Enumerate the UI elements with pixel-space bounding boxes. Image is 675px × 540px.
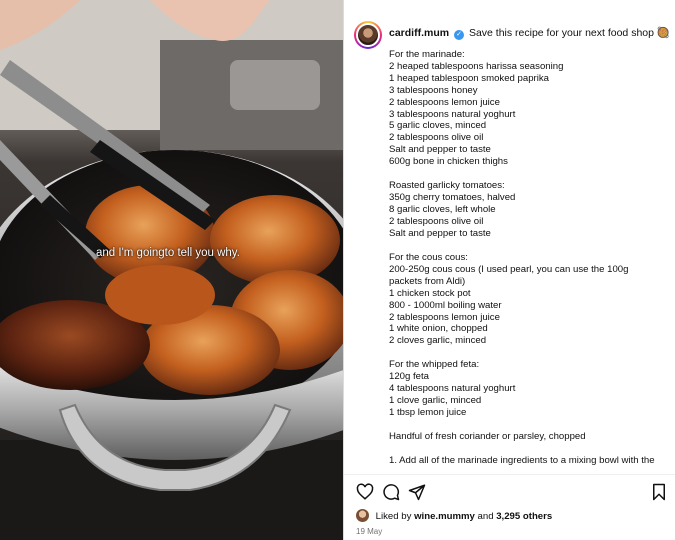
caption-line: 800 - 1000ml boiling water — [389, 299, 502, 311]
caption-line: For the marinade: — [389, 49, 465, 60]
caption-block: For the whipped feta: 120g feta 4 tablespo… — [389, 359, 669, 419]
caption-body: For the marinade: 2 heaped tablespoons ha… — [389, 49, 669, 468]
caption-block: Roasted garlicky tomatoes: 350g cherry to… — [389, 180, 669, 240]
caption-line: packets from Aldi) — [389, 275, 466, 287]
caption-line: 4 tablespoons natural yoghurt — [389, 383, 516, 395]
caption-block: For the marinade: 2 heaped tablespoons ha… — [389, 49, 669, 168]
verified-badge-icon: ✓ — [454, 30, 465, 40]
caption-line: 2 heaped tablespoons harissa seasoning — [389, 60, 564, 72]
caption-line: Roasted garlicky tomatoes: — [389, 180, 505, 192]
likes-joiner: and — [477, 511, 494, 522]
likes-prefix: Liked by — [375, 511, 412, 522]
caption-headline-text: Save this recipe for your next food shop… — [468, 27, 670, 39]
likes-summary: Liked by wine.mummy and 3,295 others — [356, 509, 552, 522]
caption-line: 120g feta — [389, 371, 430, 383]
avatar[interactable] — [354, 21, 382, 49]
caption-line: chicken thighs and mix... — [389, 467, 669, 468]
caption-headline: cardiff.mum ✓ Save this recipe for your … — [389, 26, 670, 40]
bookmark-icon[interactable] — [650, 483, 668, 501]
caption-line: For the whipped feta: — [389, 359, 480, 371]
username-link[interactable]: cardiff.mum — [389, 27, 449, 39]
post-header: cardiff.mum ✓ Save this recipe for your … — [354, 21, 672, 51]
caption-line: 2 tablespoons lemon juice — [389, 311, 500, 323]
action-bar: Liked by wine.mummy and 3,295 others 19 … — [344, 474, 675, 540]
video-player[interactable]: and I'm goingto tell you why. — [0, 0, 343, 540]
caption-line: 2 cloves garlic, minced — [389, 335, 487, 347]
caption-line: 3 tablespoons honey — [389, 84, 478, 96]
caption-block: For the cous cous: 200-250g cous cous (I … — [389, 252, 669, 347]
caption-line: 2 tablespoons olive oil — [389, 215, 484, 227]
caption-line: 2 tablespoons olive oil — [389, 132, 484, 144]
caption-line: 600g bone in chicken thighs — [389, 156, 508, 168]
post-date[interactable]: 19 May — [356, 527, 382, 536]
video-frame — [0, 0, 343, 540]
caption-line: 1. Add all of the marinade ingredients t… — [389, 455, 655, 467]
video-subtitle: and I'm goingto tell you why. — [96, 247, 240, 259]
caption-line: Handful of fresh coriander or parsley, c… — [389, 431, 586, 443]
post-panel: cardiff.mum ✓ Save this recipe for your … — [343, 0, 675, 540]
caption-block: 1. Add all of the marinade ingredients t… — [389, 455, 669, 468]
caption-line: 1 chicken stock pot — [389, 287, 471, 299]
share-icon[interactable] — [408, 483, 426, 501]
caption-line: 3 tablespoons natural yoghurt — [389, 108, 516, 120]
comment-icon[interactable] — [382, 483, 400, 501]
liker-avatar[interactable] — [356, 509, 369, 522]
liker-username[interactable]: wine.mummy — [414, 511, 475, 522]
caption-line: Salt and pepper to taste — [389, 227, 491, 239]
likes-count[interactable]: 3,295 others — [496, 511, 552, 522]
caption-line: 5 garlic cloves, minced — [389, 120, 487, 132]
caption-line: 200-250g cous cous (I used pearl, you ca… — [389, 263, 629, 275]
caption-line: 8 garlic cloves, left whole — [389, 204, 496, 216]
caption-line: 1 tbsp lemon juice — [389, 407, 467, 419]
heart-icon[interactable] — [356, 483, 374, 501]
caption-line: 2 tablespoons lemon juice — [389, 96, 500, 108]
caption-line: 1 clove garlic, minced — [389, 395, 482, 407]
caption-line: 1 heaped tablespoon smoked paprika — [389, 72, 550, 84]
caption-line: 1 white onion, chopped — [389, 323, 488, 335]
caption-block: Handful of fresh coriander or parsley, c… — [389, 431, 669, 443]
caption-line: Salt and pepper to taste — [389, 144, 491, 156]
caption-line: 350g cherry tomatoes, halved — [389, 192, 516, 204]
caption-line: For the cous cous: — [389, 251, 468, 263]
